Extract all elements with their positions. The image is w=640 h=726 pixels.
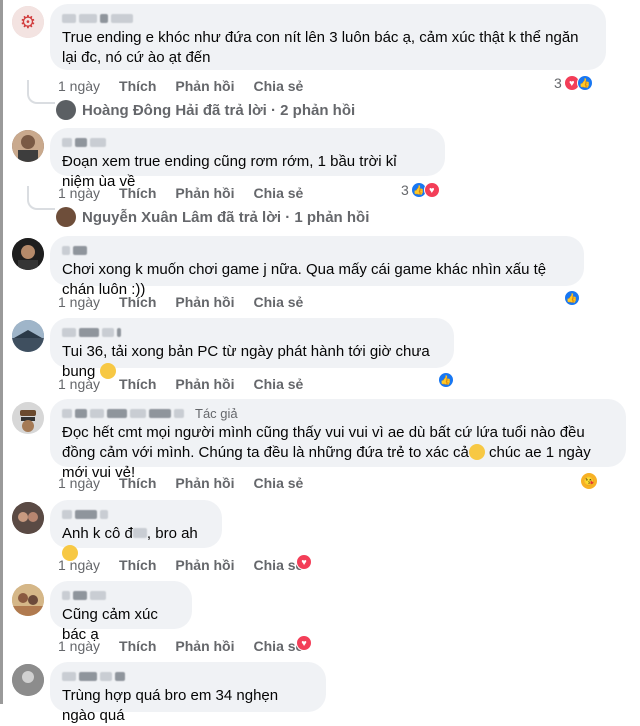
like-reaction-icon: 👍 bbox=[438, 372, 454, 388]
comment-bubble: Tui 36, tải xong bản PC từ ngày phát hàn… bbox=[50, 318, 454, 380]
comment-actions: 1 ngày Thích Phản hồi Chia sẻ bbox=[58, 475, 322, 491]
reaction-summary[interactable]: 👍 bbox=[438, 372, 454, 388]
share-button[interactable]: Chia sẻ bbox=[254, 78, 304, 94]
reaction-summary[interactable]: ♥ bbox=[296, 635, 312, 651]
love-reaction-icon: ♥ bbox=[296, 554, 312, 570]
comment-text: Trùng hợp quá bro em 34 nghẹn ngào quá bbox=[62, 687, 279, 724]
comment-actions: 1 ngày Thích Phản hồi Chia sẻ bbox=[58, 294, 322, 310]
author-name-blurred[interactable] bbox=[62, 136, 433, 148]
share-button[interactable]: Chia sẻ bbox=[254, 294, 304, 310]
avatar[interactable]: ⚙ bbox=[12, 6, 44, 38]
like-button[interactable]: Thích bbox=[119, 638, 156, 654]
like-button[interactable]: Thích bbox=[119, 557, 156, 573]
thread-connector bbox=[27, 186, 55, 210]
view-replies-link[interactable]: Nguyễn Xuân Lâm đã trả lời · 1 phản hồi bbox=[56, 207, 369, 227]
comment-bubble: Chơi xong k muốn chơi game j nữa. Qua mấ… bbox=[50, 236, 584, 298]
comment-bubble: Cũng cảm xúc bác ạ bbox=[50, 581, 192, 643]
timestamp[interactable]: 1 ngày bbox=[58, 78, 100, 94]
reaction-summary[interactable]: 3 ♥ 👍 bbox=[554, 75, 593, 91]
share-button[interactable]: Chia sẻ bbox=[254, 475, 304, 491]
timestamp[interactable]: 1 ngày bbox=[58, 376, 100, 392]
love-reaction-icon: ♥ bbox=[296, 635, 312, 651]
like-button[interactable]: Thích bbox=[119, 376, 156, 392]
reaction-summary[interactable]: 👍 bbox=[564, 290, 580, 306]
like-button[interactable]: Thích bbox=[119, 294, 156, 310]
comment-text: True ending e khóc như đứa con nít lên 3… bbox=[62, 29, 579, 66]
author-name-blurred[interactable] bbox=[62, 670, 314, 682]
comment-bubble: True ending e khóc như đứa con nít lên 3… bbox=[50, 4, 606, 70]
reaction-count: 3 bbox=[554, 75, 562, 91]
timestamp[interactable]: 1 ngày bbox=[58, 638, 100, 654]
comment-actions: 1 ngày Thích Phản hồi Chia sẻ bbox=[58, 376, 322, 392]
timestamp[interactable]: 1 ngày bbox=[58, 557, 100, 573]
like-reaction-icon: 👍 bbox=[576, 75, 593, 91]
reaction-summary[interactable]: 😘 bbox=[580, 472, 598, 490]
share-button[interactable]: Chia sẻ bbox=[254, 185, 304, 201]
timestamp[interactable]: 1 ngày bbox=[58, 294, 100, 310]
author-name-blurred[interactable] bbox=[62, 326, 442, 338]
reaction-summary[interactable]: 3 👍 ♥ bbox=[401, 182, 440, 198]
author-name-blurred[interactable] bbox=[62, 589, 180, 601]
window-edge bbox=[0, 0, 3, 704]
comment-bubble: Đoạn xem true ending cũng rơm rớm, 1 bầu… bbox=[50, 128, 445, 190]
comment-text: Đọc hết cmt mọi người mình cũng thấy vui… bbox=[62, 424, 591, 481]
author-badge: Tác giả bbox=[195, 405, 238, 421]
reply-button[interactable]: Phản hồi bbox=[175, 78, 234, 94]
reply-button[interactable]: Phản hồi bbox=[175, 185, 234, 201]
avatar[interactable] bbox=[12, 584, 44, 616]
like-reaction-icon: 👍 bbox=[564, 290, 580, 306]
reply-button[interactable]: Phản hồi bbox=[175, 638, 234, 654]
replier-avatar bbox=[56, 100, 76, 120]
reply-button[interactable]: Phản hồi bbox=[175, 294, 234, 310]
avatar[interactable] bbox=[12, 402, 44, 434]
share-button[interactable]: Chia sẻ bbox=[254, 376, 304, 392]
comment-actions: 1 ngày Thích Phản hồi Chia sẻ bbox=[58, 557, 322, 573]
avatar[interactable] bbox=[12, 320, 44, 352]
reaction-summary[interactable]: ♥ bbox=[296, 554, 312, 570]
avatar[interactable] bbox=[12, 502, 44, 534]
author-name-blurred[interactable] bbox=[62, 12, 594, 24]
reply-button[interactable]: Phản hồi bbox=[175, 475, 234, 491]
comment-actions: 1 ngày Thích Phản hồi Chia sẻ bbox=[58, 185, 322, 201]
view-replies-link[interactable]: Hoàng Đông Hải đã trả lời · 2 phản hồi bbox=[56, 100, 355, 120]
avatar[interactable] bbox=[12, 238, 44, 270]
reaction-count: 3 bbox=[401, 182, 409, 198]
timestamp[interactable]: 1 ngày bbox=[58, 475, 100, 491]
avatar[interactable] bbox=[12, 130, 44, 162]
replier-avatar bbox=[56, 207, 76, 227]
love-reaction-icon: ♥ bbox=[423, 182, 440, 198]
author-name-blurred[interactable] bbox=[62, 244, 572, 256]
author-name-blurred[interactable]: Tác giả bbox=[62, 405, 614, 421]
author-name-blurred[interactable] bbox=[62, 508, 210, 520]
grinning-emoji-icon bbox=[468, 444, 485, 460]
comment-actions: 1 ngày Thích Phản hồi Chia sẻ bbox=[58, 638, 322, 654]
like-button[interactable]: Thích bbox=[119, 185, 156, 201]
comment-bubble: Anh k cô đ, bro ah bbox=[50, 500, 222, 561]
thread-connector bbox=[27, 80, 55, 104]
comment-bubble: Trùng hợp quá bro em 34 nghẹn ngào quá bbox=[50, 662, 326, 724]
like-button[interactable]: Thích bbox=[119, 78, 156, 94]
comment-actions: 1 ngày Thích Phản hồi Chia sẻ bbox=[58, 78, 322, 94]
timestamp[interactable]: 1 ngày bbox=[58, 185, 100, 201]
reply-button[interactable]: Phản hồi bbox=[175, 557, 234, 573]
comment-bubble: Tác giả Đọc hết cmt mọi người mình cũng … bbox=[50, 399, 626, 481]
reply-button[interactable]: Phản hồi bbox=[175, 376, 234, 392]
care-reaction-icon: 😘 bbox=[580, 472, 598, 490]
svg-text:⚙: ⚙ bbox=[20, 12, 36, 32]
like-button[interactable]: Thích bbox=[119, 475, 156, 491]
avatar[interactable] bbox=[12, 664, 44, 696]
